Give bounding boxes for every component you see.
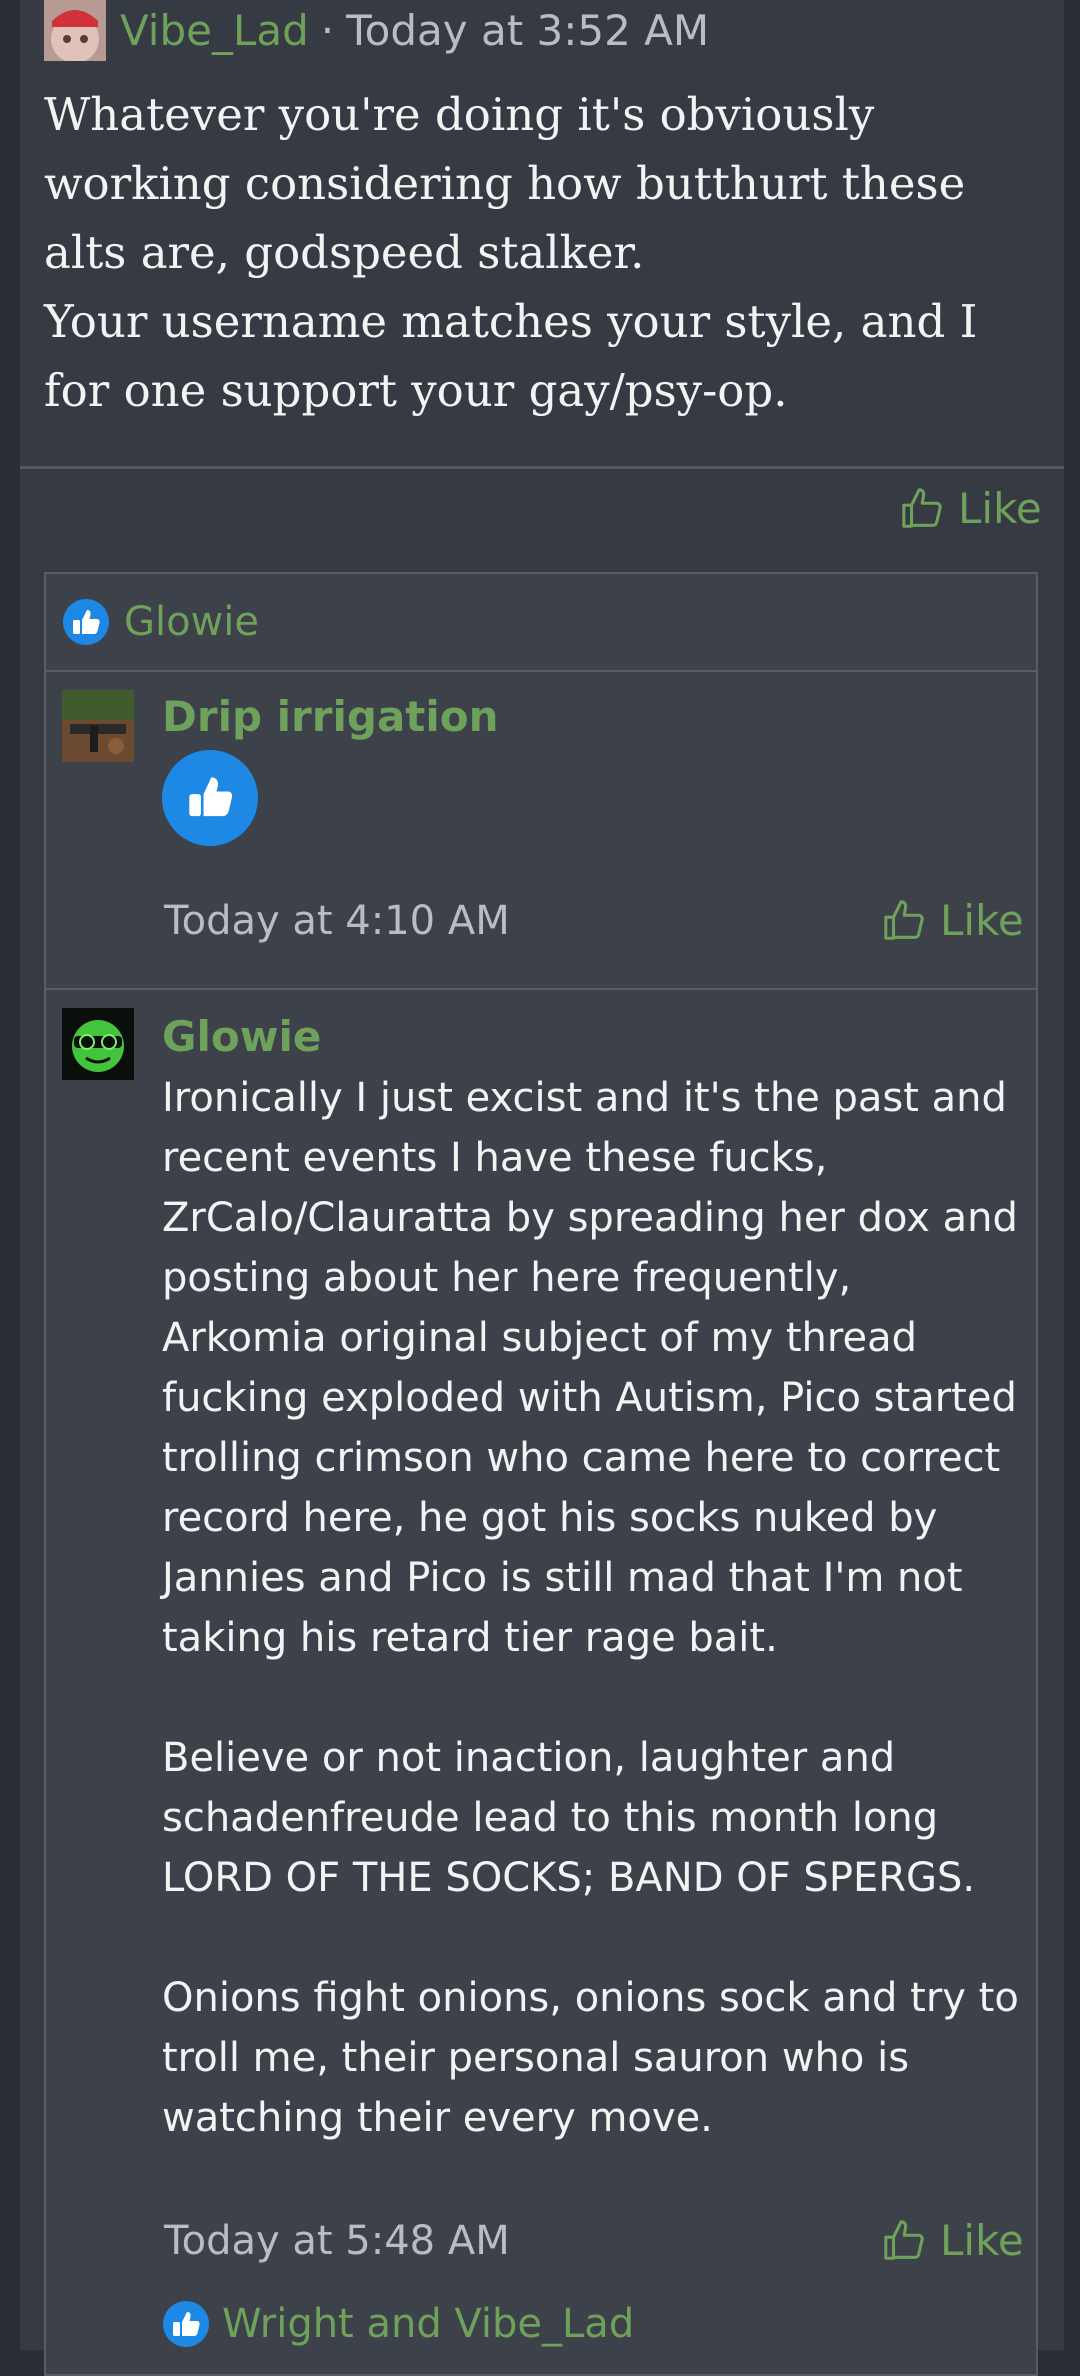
comment-item: Drip irrigation Today at 4:10 AM Like: [46, 672, 1036, 990]
thumbs-up-reaction-icon: [63, 599, 109, 645]
header-separator: ·: [320, 5, 335, 55]
thumbs-up-outline-icon: [884, 2219, 924, 2260]
reaction-summary[interactable]: Glowie: [46, 574, 1036, 672]
comment-body: Ironically I just excist and it's the pa…: [162, 1068, 1022, 2148]
comment-author[interactable]: Drip irrigation: [162, 692, 499, 741]
thumbs-up-reaction-icon: [162, 750, 258, 846]
comment-item: Glowie Ironically I just excist and it's…: [46, 990, 1036, 2370]
post-body: Whatever you're doing it's obviously wor…: [44, 80, 1054, 425]
comments-box: Glowie Drip irrigation Today at 4:10 AM …: [44, 572, 1038, 2376]
like-label: Like: [940, 896, 1024, 945]
comment-like-button[interactable]: Like: [882, 896, 1024, 945]
post-timestamp[interactable]: Today at 3:52 AM: [346, 6, 709, 55]
post-paragraph: Whatever you're doing it's obviously wor…: [44, 88, 966, 279]
comment-timestamp[interactable]: Today at 5:48 AM: [164, 2218, 510, 2264]
reaction-names[interactable]: Glowie: [124, 599, 259, 645]
post-card: Vibe_Lad · Today at 3:52 AM Whatever you…: [18, 0, 1066, 2376]
post-author[interactable]: Vibe_Lad: [120, 6, 309, 55]
post-like-button[interactable]: Like: [900, 484, 1042, 533]
post-divider: [20, 466, 1064, 469]
post-header: Vibe_Lad · Today at 3:52 AM: [44, 0, 709, 61]
comment-reaction-summary[interactable]: Wright and Vibe_Lad: [162, 2300, 634, 2348]
like-label: Like: [958, 484, 1042, 533]
comment-paragraph: Believe or not inaction, laughter and sc…: [162, 1735, 976, 1901]
avatar[interactable]: [44, 0, 106, 61]
comment-timestamp[interactable]: Today at 4:10 AM: [164, 898, 510, 944]
avatar[interactable]: [62, 690, 134, 762]
reaction-names[interactable]: Wright and Vibe_Lad: [222, 2301, 634, 2347]
post-paragraph: Your username matches your style, and I …: [44, 295, 978, 417]
avatar[interactable]: [62, 1008, 134, 1080]
like-label: Like: [940, 2216, 1024, 2265]
comment-author[interactable]: Glowie: [162, 1012, 321, 1061]
comment-paragraph: Ironically I just excist and it's the pa…: [162, 1075, 1018, 1661]
thumbs-up-outline-icon: [884, 899, 924, 940]
comment-like-button[interactable]: Like: [882, 2216, 1024, 2265]
comment-paragraph: Onions fight onions, onions sock and try…: [162, 1975, 1019, 2141]
thumbs-up-outline-icon: [902, 487, 942, 528]
thumbs-up-reaction-icon: [163, 2301, 209, 2347]
